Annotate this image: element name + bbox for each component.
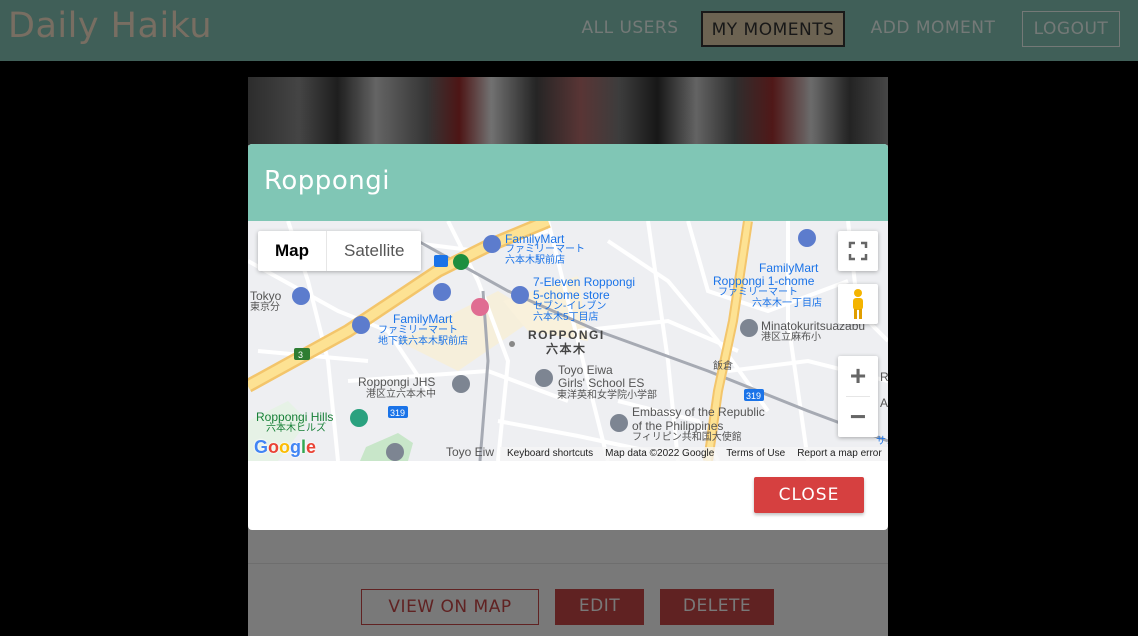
district-roppongi-jp: 六本木: [546, 342, 587, 356]
modal-title: Roppongi: [264, 166, 390, 196]
google-map[interactable]: FamilyMart ファミリーマート 六本木駅前店 7-Eleven Ropp…: [248, 221, 888, 461]
poi-toyo-eiwa-bottom: Toyo Eiw: [446, 445, 495, 459]
poi-minatoku-school-jp: 港区立麻布小: [761, 332, 821, 343]
zoom-control: + −: [838, 356, 878, 437]
edge-label-sa: サン: [876, 436, 888, 447]
poi-embassy-philippines-2: of the Philippines: [632, 419, 724, 433]
poi-seven-eleven-jp: セブン-イレブン: [533, 301, 607, 312]
poi-tokyo[interactable]: Tokyo: [250, 290, 281, 302]
poi-toyo-eiwa-2: Girls' School ES: [558, 376, 645, 390]
poi-familymart-left[interactable]: FamilyMart: [393, 313, 452, 325]
map-data-text: Map data ©2022 Google: [605, 448, 715, 459]
map-type-control: Map Satellite: [258, 231, 422, 271]
terms-of-use-link[interactable]: Terms of Use: [726, 447, 785, 461]
report-map-error-link[interactable]: Report a map error: [797, 447, 881, 461]
poi-familymart-right[interactable]: FamilyMart: [759, 262, 818, 274]
place-iikura: 飯倉: [713, 361, 733, 372]
poi-toyo-eiwa[interactable]: Toyo Eiwa: [558, 364, 613, 376]
poi-seven-eleven-jp2: 六本木5丁目店: [533, 312, 599, 323]
poi-tokyo-jp: 東京分: [250, 302, 280, 313]
poi-familymart-top-jp2: 六本木駅前店: [505, 255, 565, 266]
poi-familymart-top-jp: ファミリーマート: [505, 244, 585, 255]
keyboard-shortcuts-link[interactable]: Keyboard shortcuts: [507, 447, 593, 461]
poi-embassy-philippines[interactable]: Embassy of the Republic: [632, 406, 765, 418]
route-319-label-a: 319: [390, 408, 406, 418]
fullscreen-button[interactable]: [838, 231, 878, 271]
street-view-pegman[interactable]: [838, 284, 878, 324]
poi-embassy-philippines-jp: フィリピン共和国大使館: [632, 432, 742, 443]
poi-seven-eleven-2: 5-chome store: [533, 288, 610, 302]
pegman-icon: [853, 289, 863, 319]
zoom-in-button[interactable]: +: [838, 356, 878, 396]
poi-toyo-eiwa-jp: 東洋英和女学院小学部: [557, 390, 657, 401]
poi-familymart-right-jp: ファミリーマート: [718, 287, 798, 298]
map-type-satellite-button[interactable]: Satellite: [327, 231, 421, 271]
poi-familymart-left-jp: ファミリーマート: [378, 325, 458, 336]
route-319-label-b: 319: [746, 391, 762, 401]
poi-roppongi-jhs[interactable]: Roppongi JHS: [358, 376, 435, 388]
google-logo[interactable]: Google: [254, 437, 316, 458]
route-3-label: 3: [298, 350, 304, 360]
poi-roppongi-hills-jp: 六本木ヒルズ: [266, 423, 326, 434]
poi-familymart-left-jp2: 地下鉄六本木駅前店: [378, 336, 468, 347]
fullscreen-icon: [848, 241, 868, 261]
poi-seven-eleven[interactable]: 7-Eleven Roppongi: [533, 276, 635, 288]
poi-familymart-right-jp2: 六本木一丁目店: [752, 298, 822, 309]
edge-label-a: A: [880, 396, 888, 410]
close-button[interactable]: CLOSE: [754, 477, 864, 513]
map-attribution-bar: Keyboard shortcuts Map data ©2022 Google…: [500, 447, 888, 461]
poi-familymart-right-2: Roppongi 1-chome: [713, 274, 815, 288]
edge-label-r: R: [880, 370, 888, 384]
zoom-out-button[interactable]: −: [838, 397, 878, 437]
modal-header: Roppongi: [248, 144, 888, 221]
district-roppongi: ROPPONGI: [528, 328, 605, 342]
map-modal: Roppongi FamilyMart ファミリーマート 六本木駅前店 7-El…: [248, 144, 888, 530]
poi-roppongi-hills[interactable]: Roppongi Hills: [256, 411, 333, 423]
map-type-map-button[interactable]: Map: [258, 231, 327, 271]
poi-roppongi-jhs-jp: 港区立六本木中: [366, 389, 436, 400]
